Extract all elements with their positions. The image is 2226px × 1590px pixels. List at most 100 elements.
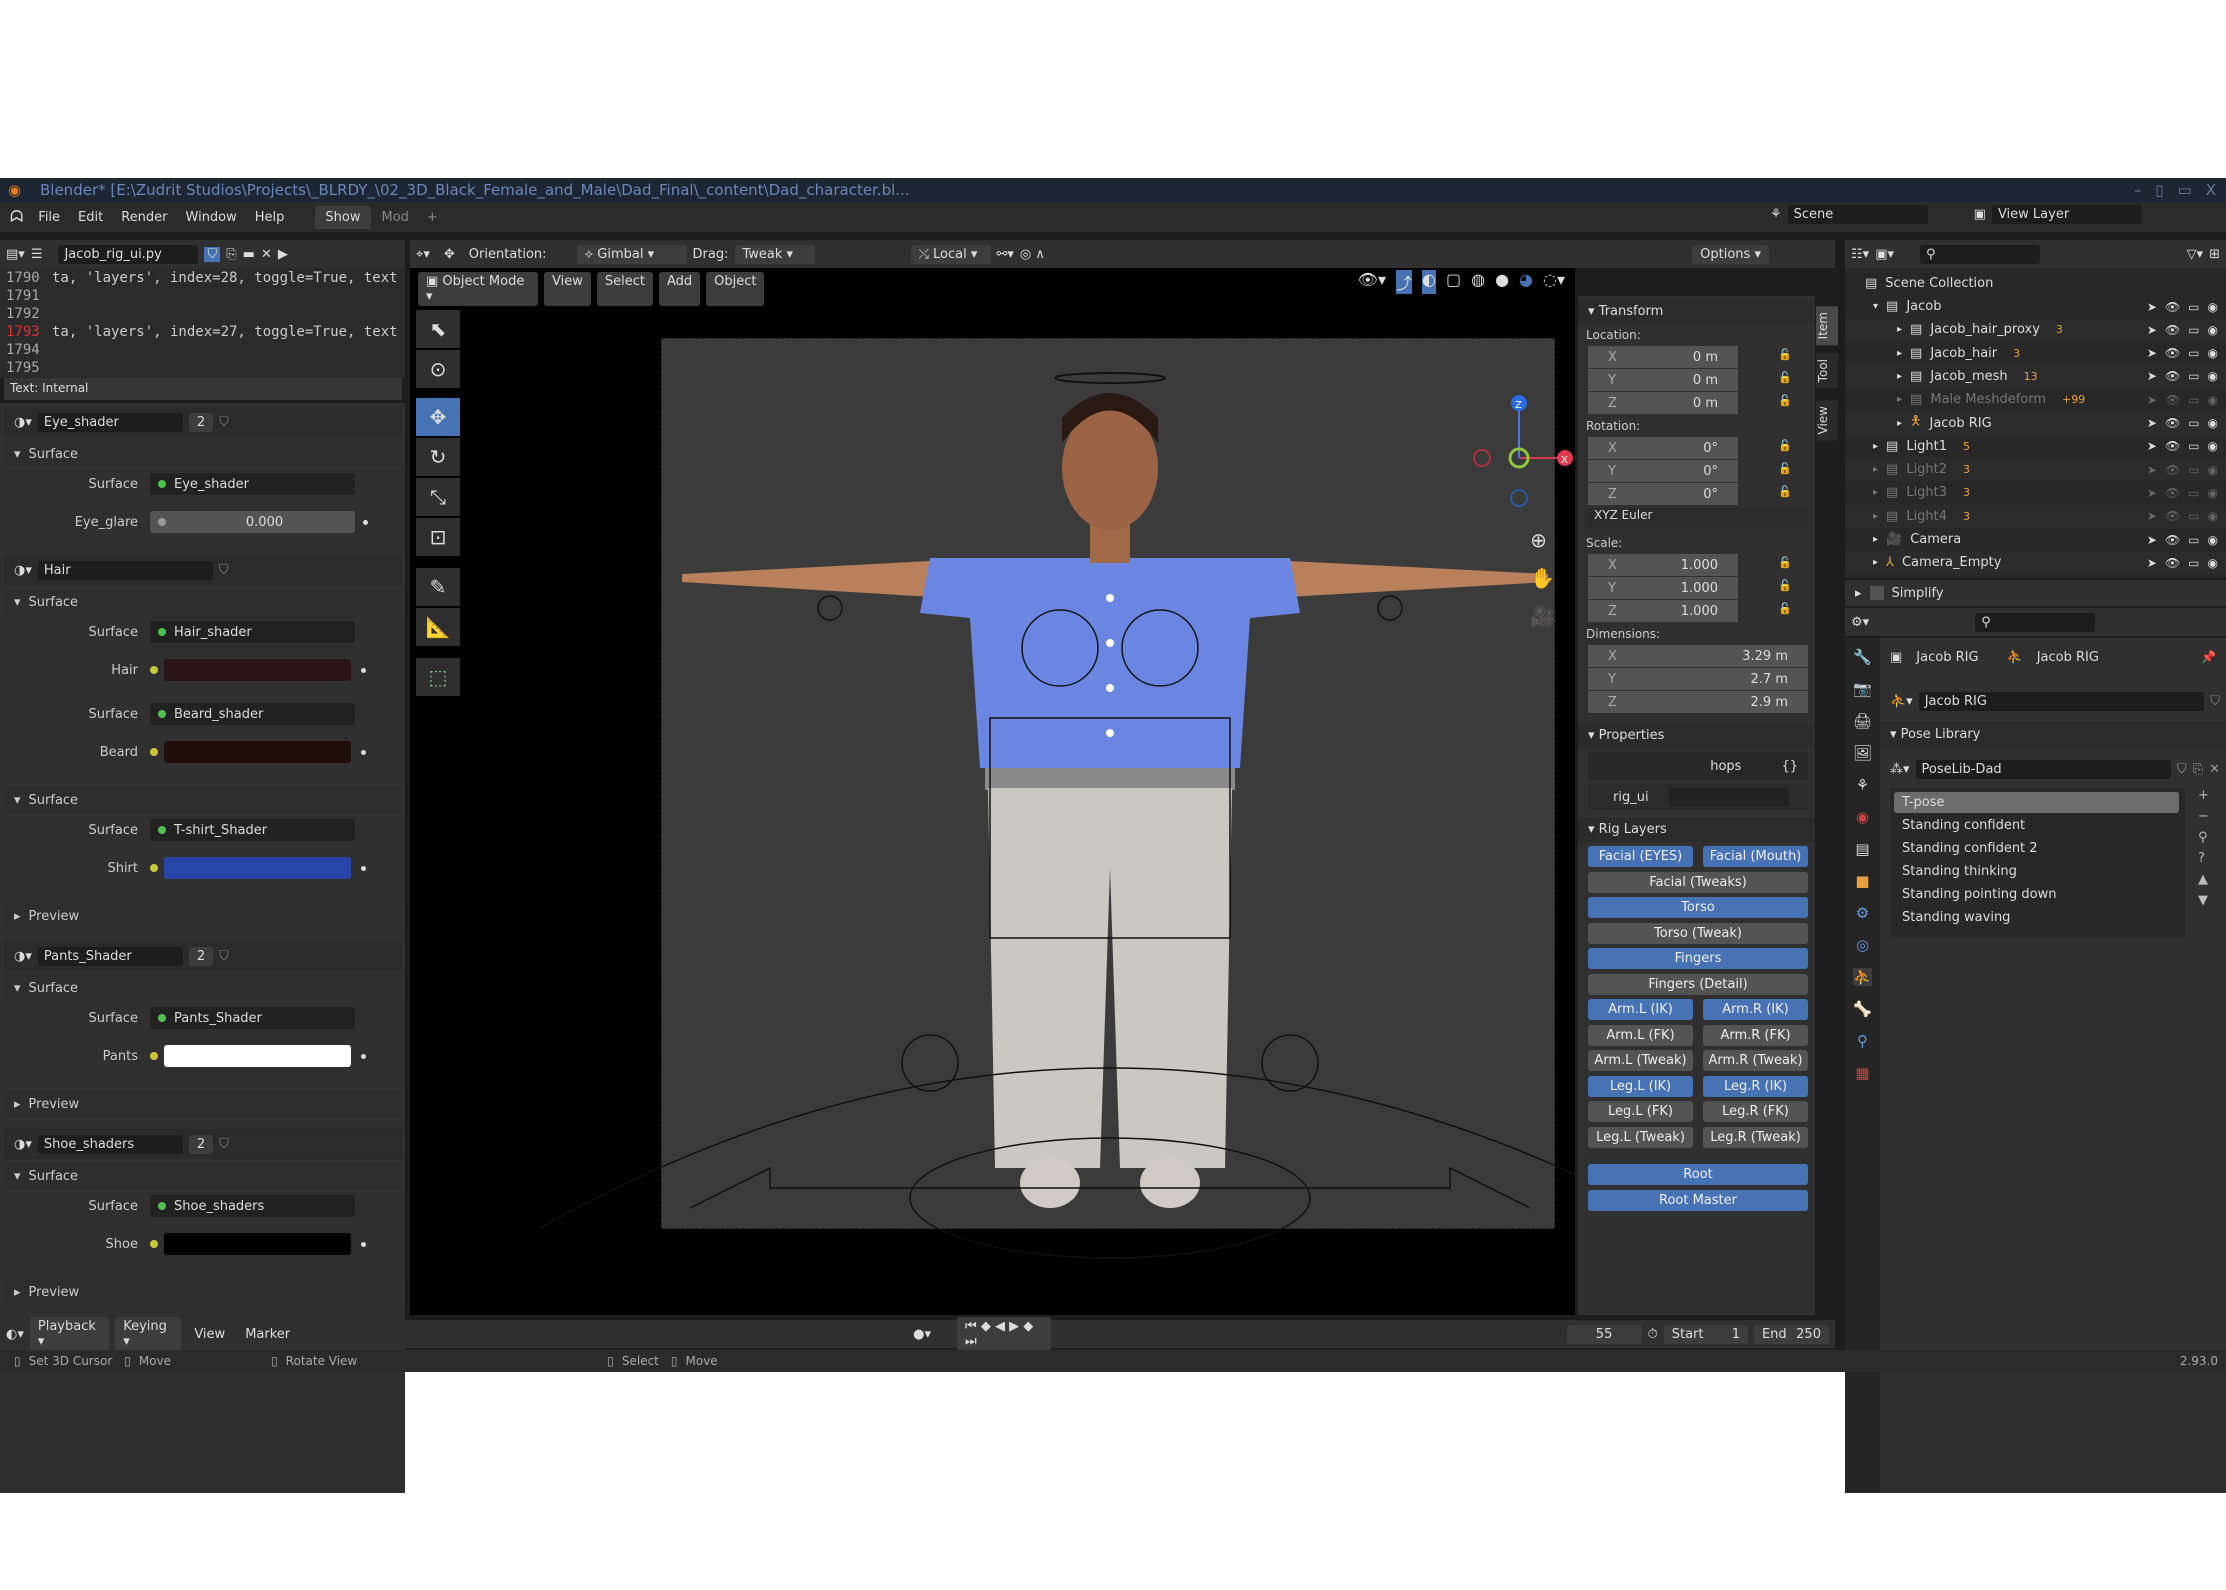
expand-icon[interactable]: ▸ <box>1873 464 1878 475</box>
shader-link-field[interactable]: Eye_shader <box>150 473 355 495</box>
simplify-panel[interactable]: ▸ Simplify <box>1845 580 2226 606</box>
rig-layer-toggle[interactable]: Leg.R (FK) <box>1703 1101 1808 1122</box>
fake-user-shield-icon[interactable]: ⛉ <box>204 246 221 262</box>
properties-panel-header[interactable]: ▾ Properties <box>1578 724 1815 748</box>
color-swatch[interactable] <box>164 741 351 763</box>
measure-tool-icon[interactable]: 📐 <box>416 608 460 646</box>
eye-icon[interactable]: 👁 <box>2165 509 2180 523</box>
scene-tab-icon[interactable]: ⚘ <box>1856 776 1869 794</box>
outliner-row[interactable]: ▸ ▤ Light2 3 ➤ 👁 ▭ ◉ <box>1845 458 2226 482</box>
select-arrow-icon[interactable]: ➤ <box>2147 533 2157 547</box>
pivot-dropdown[interactable]: ⤯ Local ▾ <box>910 244 991 264</box>
rig-layer-toggle[interactable]: Root <box>1588 1164 1808 1185</box>
outliner-row[interactable]: ▸ 🯅 Jacob RIG ➤ 👁 ▭ ◉ <box>1845 411 2226 435</box>
texture-tab-icon[interactable]: ▦ <box>1855 1064 1869 1082</box>
armature-data-tab-icon[interactable]: ⛹ <box>1853 968 1872 986</box>
close-button[interactable]: X <box>2206 178 2216 202</box>
menu-edit[interactable]: Edit <box>71 207 110 228</box>
pose-list-item[interactable]: Standing waving <box>1894 907 2179 928</box>
color-swatch[interactable] <box>164 1045 351 1067</box>
modifier-tab-icon[interactable]: ⚙ <box>1856 904 1869 922</box>
fake-user-shield-icon[interactable]: ⛉ <box>219 949 229 964</box>
sanitize-pose-icon[interactable]: ? <box>2198 851 2209 866</box>
eye-icon[interactable]: 👁 <box>2165 323 2180 337</box>
camera-render-icon[interactable]: ◉ <box>2208 369 2218 383</box>
proportional-edit-icon[interactable]: ◎ ∧ <box>1020 247 1045 262</box>
camera-render-icon[interactable]: ◉ <box>2208 463 2218 477</box>
transform-tool-icon[interactable]: ⊡ <box>416 518 460 556</box>
material-sphere-icon[interactable]: ◑▾ <box>14 949 32 964</box>
move-down-icon[interactable]: ▼ <box>2198 893 2209 908</box>
number-field[interactable]: 0.000 <box>150 511 355 533</box>
monitor-icon[interactable]: ▭ <box>2188 323 2199 337</box>
material-name-field[interactable]: Eye_shader <box>37 412 183 432</box>
hamburger-menu-icon[interactable]: ☰ <box>31 247 43 262</box>
minimize-button[interactable]: – <box>2134 178 2142 202</box>
fake-user-shield-icon[interactable]: ⛉ <box>219 563 229 578</box>
section-header-surface[interactable]: ▾ Surface <box>4 787 402 813</box>
scale-z-field[interactable]: Z 1.000 <box>1588 600 1738 622</box>
rig-layer-toggle[interactable]: Fingers (Detail) <box>1588 973 1808 995</box>
rig-layer-toggle[interactable]: Arm.R (Tweak) <box>1703 1050 1808 1071</box>
location-x-field[interactable]: X 0 m <box>1588 346 1738 368</box>
outliner-scene-collection[interactable]: ▤ Scene Collection <box>1845 272 2226 295</box>
camera-render-icon[interactable]: ◉ <box>2208 323 2218 337</box>
monitor-icon[interactable]: ▭ <box>2188 369 2199 383</box>
select-arrow-icon[interactable]: ➤ <box>2147 416 2157 430</box>
start-frame-field[interactable]: Start 1 <box>1663 1324 1748 1344</box>
transform-gizmo-icon[interactable]: ⌖▾ <box>416 247 430 262</box>
timeline-editor-icon[interactable]: ◐▾ <box>6 1327 24 1342</box>
pose-library-name-field[interactable]: PoseLib-Dad <box>1915 759 2171 779</box>
editor-type-icon[interactable]: ▤▾ <box>6 247 25 262</box>
menu-window[interactable]: Window <box>179 207 244 228</box>
monitor-icon[interactable]: ▭ <box>2188 463 2199 477</box>
play-reverse-icon[interactable]: ◀ <box>995 1319 1005 1334</box>
pose-list-item[interactable]: Standing confident <box>1894 815 2179 836</box>
armature-name-field[interactable]: Jacob RIG <box>1918 691 2205 711</box>
scale-tool-icon[interactable]: ⤡ <box>416 478 460 516</box>
workspace-tab-show[interactable]: Show <box>315 205 371 229</box>
rig-layer-toggle[interactable]: Arm.L (FK) <box>1588 1024 1693 1046</box>
monitor-icon[interactable]: ▭ <box>2188 300 2199 314</box>
outliner-row[interactable]: ▸ ▤ Jacob_hair_proxy 3 ➤ 👁 ▭ ◉ <box>1845 318 2226 342</box>
pose-list-item[interactable]: Standing pointing down <box>1894 884 2179 905</box>
menu-render[interactable]: Render <box>114 207 174 228</box>
menu-keying[interactable]: Keying ▾ <box>115 1317 182 1351</box>
material-users-count[interactable]: 2 <box>188 1134 214 1154</box>
orientation-dropdown[interactable]: ⟡ Gimbal ▾ <box>576 244 687 264</box>
end-frame-field[interactable]: End 250 <box>1753 1324 1829 1344</box>
expand-icon[interactable]: ▸ <box>1873 511 1878 522</box>
select-arrow-icon[interactable]: ➤ <box>2147 300 2157 314</box>
rig-layer-toggle[interactable]: Arm.R (IK) <box>1703 999 1808 1020</box>
scale-x-field[interactable]: X 1.000 <box>1588 554 1738 576</box>
monitor-icon[interactable]: ▭ <box>2188 439 2199 453</box>
outliner-row[interactable]: ▸ ▤ Jacob_mesh 13 ➤ 👁 ▭ ◉ <box>1845 364 2226 388</box>
location-z-field[interactable]: Z 0 m <box>1588 392 1738 414</box>
section-header-preview[interactable]: ▸ Preview <box>4 1279 402 1305</box>
monitor-icon[interactable]: ▭ <box>2188 416 2199 430</box>
3d-viewport[interactable]: ▣ Object Mode ▾ View Select Add Object 👁… <box>410 268 1575 1315</box>
location-y-field[interactable]: Y 0 m <box>1588 369 1738 391</box>
rig-layers-panel-header[interactable]: ▾ Rig Layers <box>1578 818 1815 842</box>
dimensions-z-field[interactable]: Z 2.9 m <box>1588 691 1808 713</box>
rig-layer-toggle[interactable]: Root Master <box>1588 1189 1808 1211</box>
select-arrow-icon[interactable]: ➤ <box>2147 393 2157 407</box>
menu-timeline-view[interactable]: View <box>187 1324 232 1345</box>
select-arrow-icon[interactable]: ➤ <box>2147 486 2157 500</box>
expand-icon[interactable]: ▸ <box>1897 324 1902 335</box>
material-users-count[interactable]: 2 <box>188 946 214 966</box>
eye-icon[interactable]: 👁 <box>2165 486 2180 500</box>
fake-user-shield-icon[interactable]: ⛉ <box>2177 762 2187 777</box>
color-swatch[interactable] <box>164 1233 351 1255</box>
eye-icon[interactable]: 👁 <box>2165 369 2180 383</box>
rotation-y-field[interactable]: Y 0° <box>1588 460 1738 482</box>
select-arrow-icon[interactable]: ➤ <box>2147 556 2157 570</box>
select-arrow-icon[interactable]: ➤ <box>2147 509 2157 523</box>
output-tab-icon[interactable]: 🖨 <box>1853 712 1872 730</box>
current-frame-field[interactable]: 55 <box>1566 1324 1642 1344</box>
rotation-x-field[interactable]: X 0° <box>1588 437 1738 459</box>
jump-end-icon[interactable]: ⏭ <box>965 1334 977 1349</box>
pose-list-item[interactable]: Standing confident 2 <box>1894 838 2179 859</box>
rig-ui-field[interactable] <box>1668 788 1789 806</box>
outliner-row[interactable]: ▸ 🎥 Camera ➤ 👁 ▭ ◉ <box>1845 528 2226 551</box>
